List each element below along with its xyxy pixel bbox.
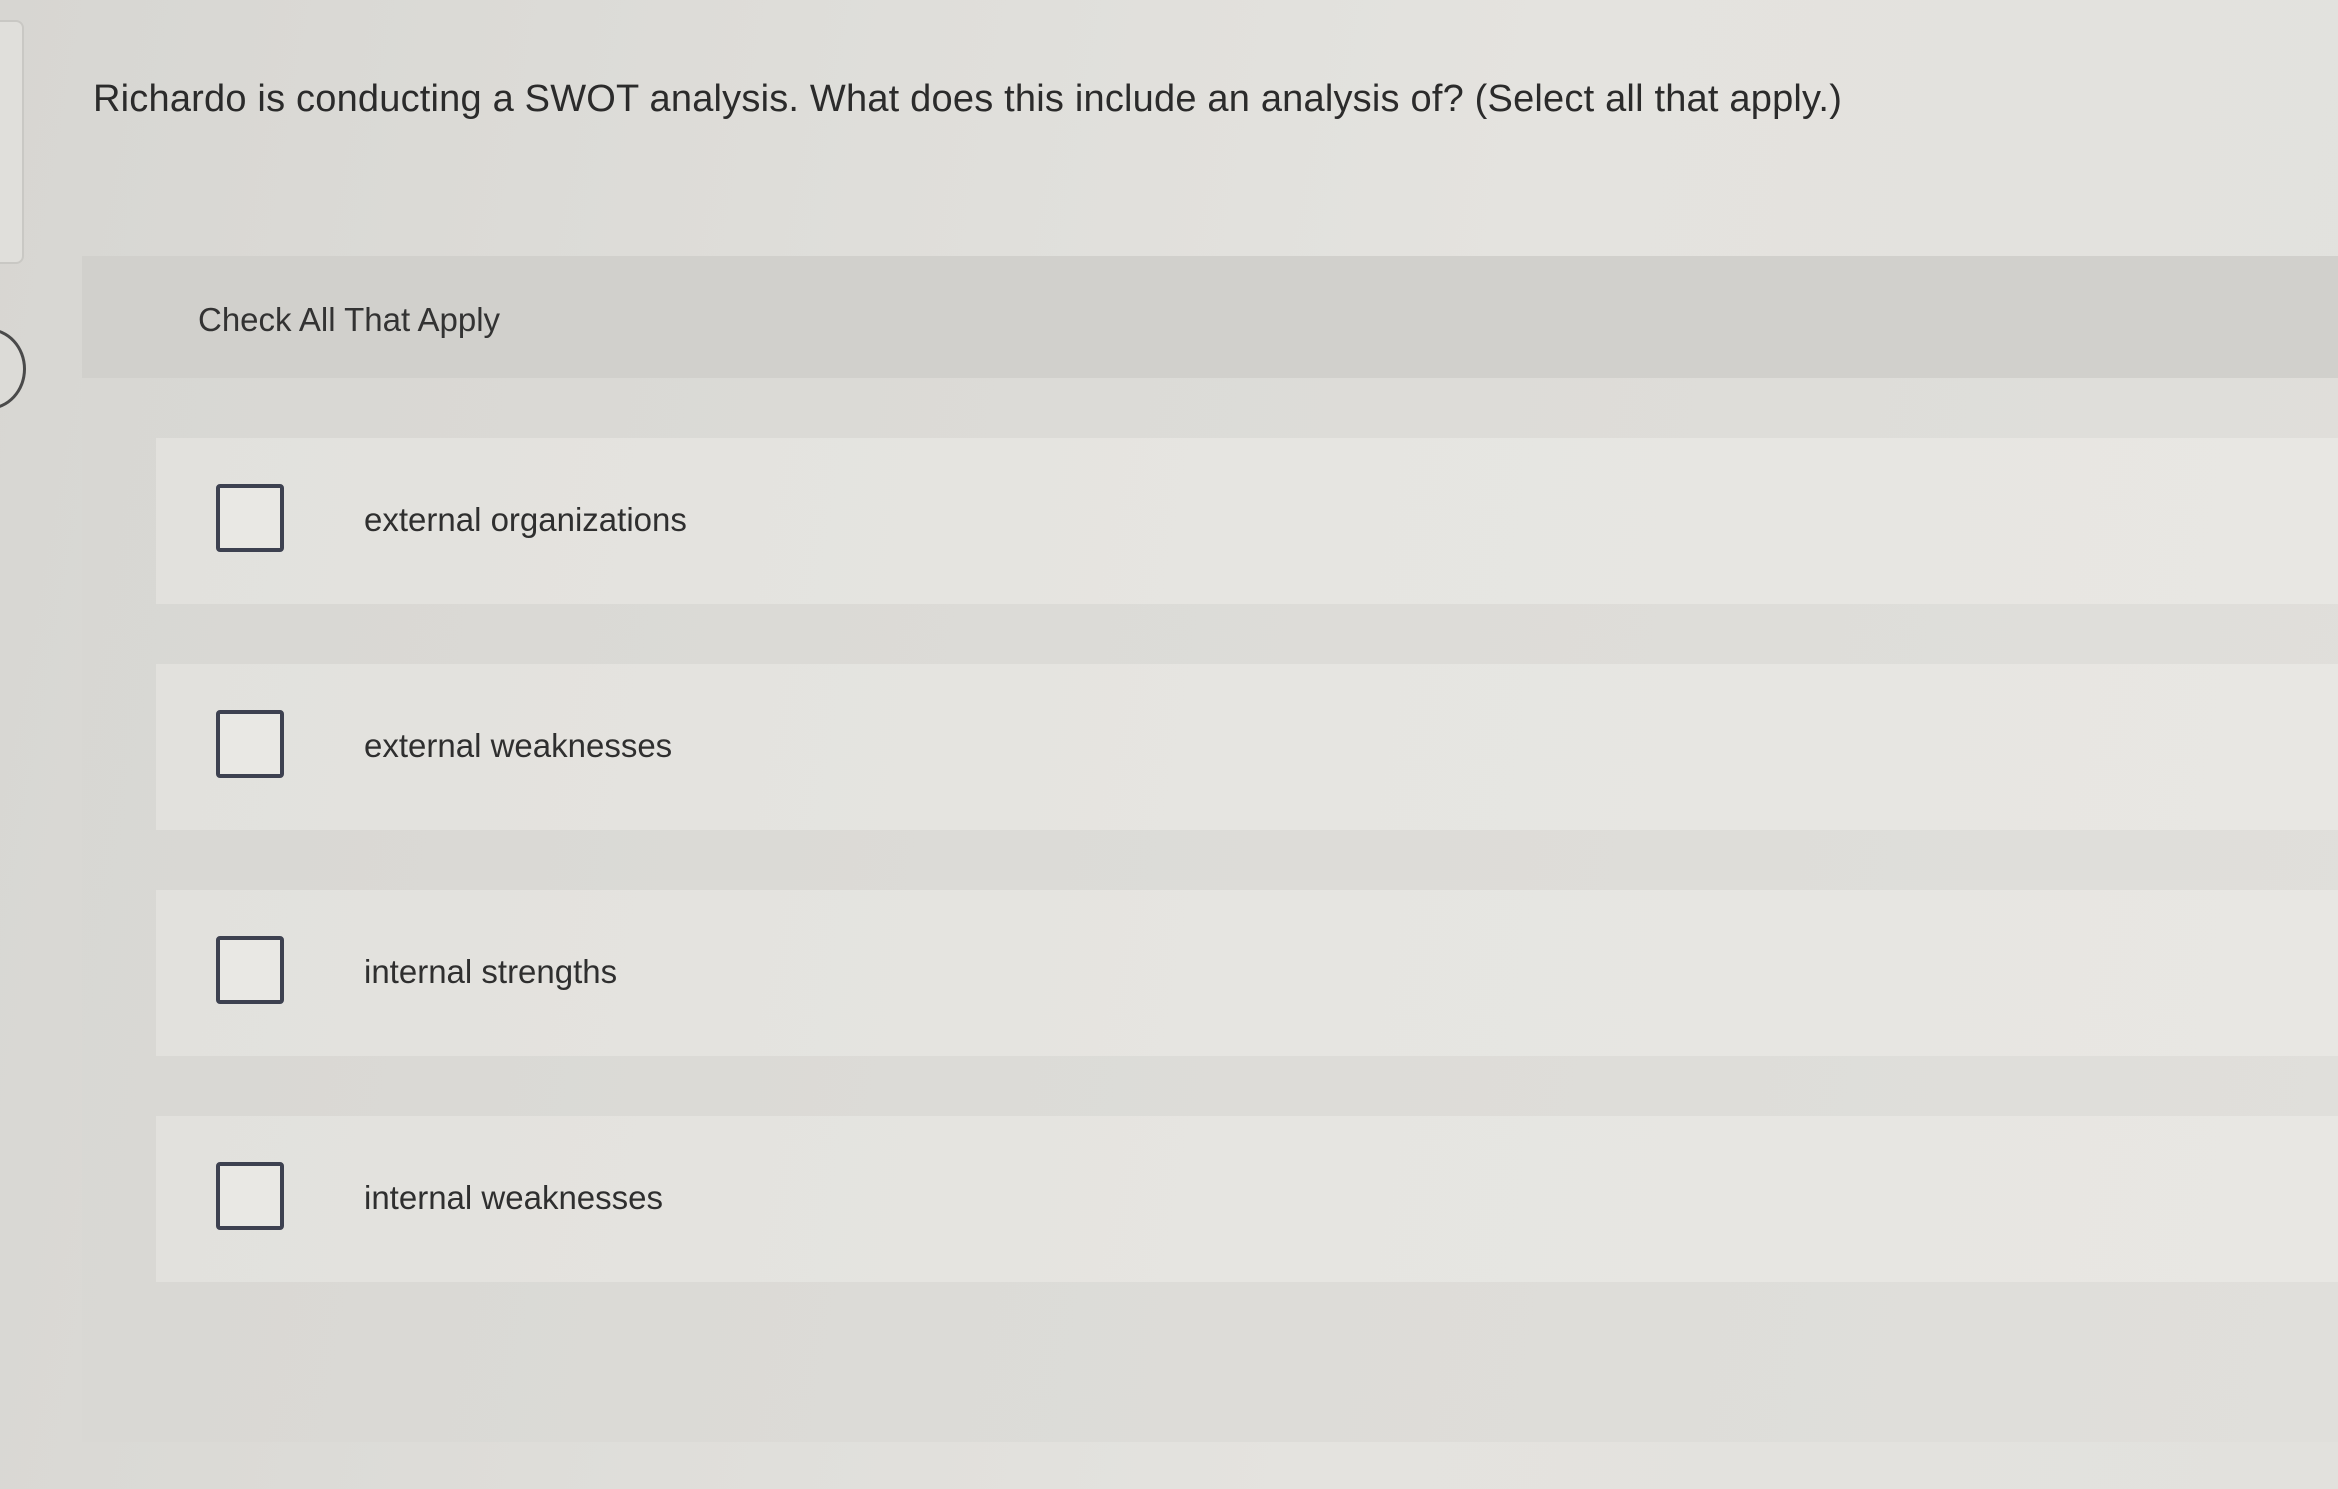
checkbox[interactable] [216,710,284,778]
checkbox[interactable] [216,1162,284,1230]
answer-panel-header: Check All That Apply [82,256,2338,378]
question-prompt: Richardo is conducting a SWOT analysis. … [93,78,1843,120]
answer-options: external organizations external weakness… [82,378,2338,1442]
answer-option-external-organizations[interactable]: external organizations [156,438,2338,604]
checkbox[interactable] [216,484,284,552]
option-label: internal weaknesses [364,1179,663,1216]
side-panel-edge[interactable] [0,20,24,264]
answer-option-internal-strengths[interactable]: internal strengths [156,890,2338,1056]
option-label: external weaknesses [364,727,673,764]
answer-option-internal-weaknesses[interactable]: internal weaknesses [156,1116,2338,1282]
option-label: external organizations [364,501,687,538]
answer-panel: Check All That Apply external organizati… [82,256,2338,1442]
checkbox[interactable] [216,936,284,1004]
side-nav-button[interactable] [0,328,26,410]
answer-option-external-weaknesses[interactable]: external weaknesses [156,664,2338,830]
option-label: internal strengths [364,953,618,990]
question-page: Richardo is conducting a SWOT analysis. … [0,0,2338,1489]
check-all-label: Check All That Apply [198,301,501,338]
